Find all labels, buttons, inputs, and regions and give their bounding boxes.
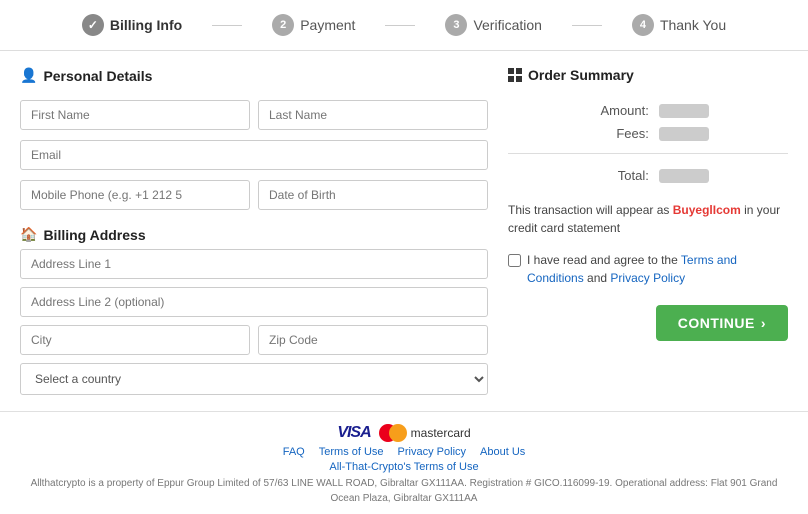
address1-row [20, 249, 488, 279]
step-circle-verification: 3 [445, 14, 467, 36]
step-divider-3 [572, 25, 602, 26]
footer-crypto-link[interactable]: All-That-Crypto's Terms of Use [329, 461, 478, 473]
footer: VISA mastercard FAQ Terms of Use Privacy… [0, 411, 808, 514]
step-label-billing: Billing Info [110, 17, 182, 33]
footer-terms-link[interactable]: Terms of Use [319, 446, 384, 458]
footer-links: FAQ Terms of Use Privacy Policy About Us [20, 446, 788, 458]
order-summary-table: Amount: •••••• Fees: •••• Total: [508, 99, 788, 187]
step-billing[interactable]: ✓ Billing Info [82, 14, 182, 36]
footer-faq-link[interactable]: FAQ [283, 446, 305, 458]
main-content: 👤 Personal Details 🏠 Billing Address [0, 51, 808, 411]
left-panel: 👤 Personal Details 🏠 Billing Address [20, 67, 488, 395]
address2-input[interactable] [20, 287, 488, 317]
terms-checkbox[interactable] [508, 254, 521, 267]
step-label-verification: Verification [473, 17, 541, 33]
email-input[interactable] [20, 140, 488, 170]
step-label-thankyou: Thank You [660, 17, 726, 33]
continue-button[interactable]: CONTINUE › [656, 305, 788, 341]
personal-details-title: 👤 Personal Details [20, 67, 488, 84]
footer-legal: Allthatcrypto is a property of Eppur Gro… [20, 476, 788, 506]
step-circle-payment: 2 [272, 14, 294, 36]
step-divider-1 [212, 25, 242, 26]
billing-address-title: 🏠 Billing Address [20, 226, 488, 243]
zip-input[interactable] [258, 325, 488, 355]
step-circle-billing: ✓ [82, 14, 104, 36]
phone-input[interactable] [20, 180, 250, 210]
footer-privacy-link[interactable]: Privacy Policy [398, 446, 466, 458]
address2-row [20, 287, 488, 317]
payment-icons: VISA mastercard [20, 424, 788, 442]
order-summary-title: Order Summary [508, 67, 788, 83]
terms-row: I have read and agree to the Terms and C… [508, 251, 788, 287]
transaction-note: This transaction will appear as BuyeglIc… [508, 201, 788, 237]
grid-icon [508, 68, 522, 82]
billing-address-section: 🏠 Billing Address Select a country [20, 226, 488, 395]
home-icon: 🏠 [20, 226, 37, 243]
brand-name: BuyeglIcom [673, 203, 741, 217]
right-panel: Order Summary Amount: •••••• Fees: •••• [508, 67, 788, 395]
address1-input[interactable] [20, 249, 488, 279]
first-name-input[interactable] [20, 100, 250, 130]
total-row: Total: •••••• [508, 162, 788, 187]
fees-value: •••• [659, 122, 788, 145]
total-value: •••••• [659, 162, 788, 187]
email-row [20, 140, 488, 170]
amount-value: •••••• [659, 99, 788, 122]
total-label: Total: [508, 162, 659, 187]
step-circle-thankyou: 4 [632, 14, 654, 36]
country-row: Select a country [20, 363, 488, 395]
step-verification[interactable]: 3 Verification [445, 14, 541, 36]
amount-label: Amount: [508, 99, 659, 122]
privacy-link[interactable]: Privacy Policy [610, 271, 685, 285]
summary-divider [508, 153, 788, 154]
footer-crypto-link-wrapper: All-That-Crypto's Terms of Use [20, 461, 788, 473]
city-input[interactable] [20, 325, 250, 355]
mastercard-label: mastercard [411, 426, 471, 440]
phone-dob-row [20, 180, 488, 210]
step-payment[interactable]: 2 Payment [272, 14, 355, 36]
country-select[interactable]: Select a country [20, 363, 488, 395]
visa-icon: VISA [337, 424, 370, 442]
footer-about-link[interactable]: About Us [480, 446, 525, 458]
fees-row: Fees: •••• [508, 122, 788, 145]
divider-row [508, 145, 788, 162]
last-name-input[interactable] [258, 100, 488, 130]
mastercard-icon: mastercard [379, 424, 471, 442]
stepper: ✓ Billing Info 2 Payment 3 Verification … [0, 0, 808, 51]
city-zip-row [20, 325, 488, 355]
name-row [20, 100, 488, 130]
dob-input[interactable] [258, 180, 488, 210]
fees-label: Fees: [508, 122, 659, 145]
person-icon: 👤 [20, 67, 37, 84]
step-thankyou[interactable]: 4 Thank You [632, 14, 726, 36]
step-label-payment: Payment [300, 17, 355, 33]
amount-row: Amount: •••••• [508, 99, 788, 122]
step-divider-2 [385, 25, 415, 26]
mc-circle-right [389, 424, 407, 442]
